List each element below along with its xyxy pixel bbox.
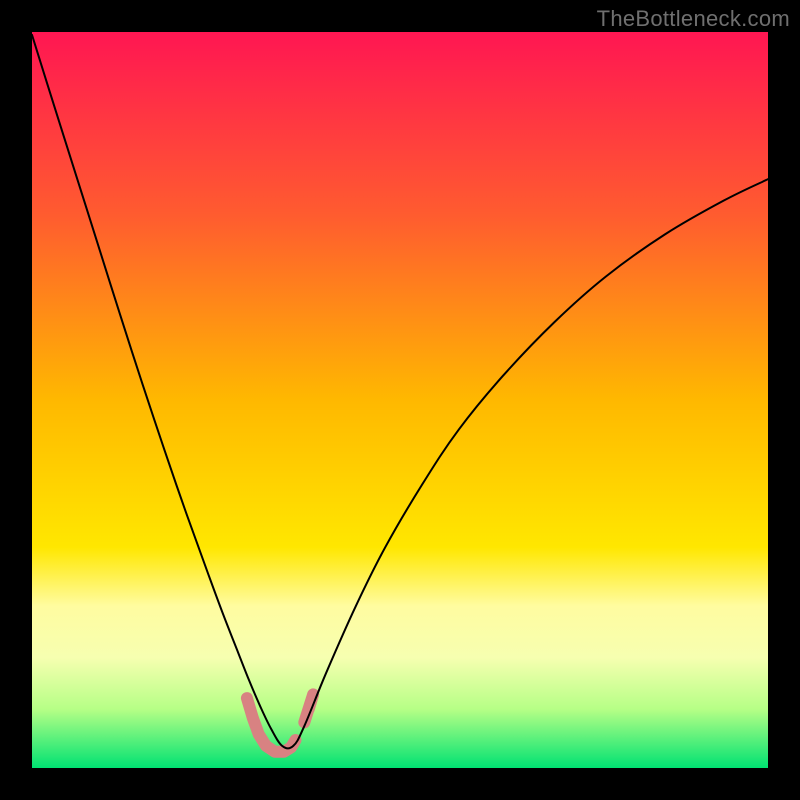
bottleneck-chart (32, 32, 768, 768)
watermark-text: TheBottleneck.com (597, 6, 790, 32)
chart-frame: TheBottleneck.com (0, 0, 800, 800)
plot-area (32, 32, 768, 768)
chart-background (32, 32, 768, 768)
